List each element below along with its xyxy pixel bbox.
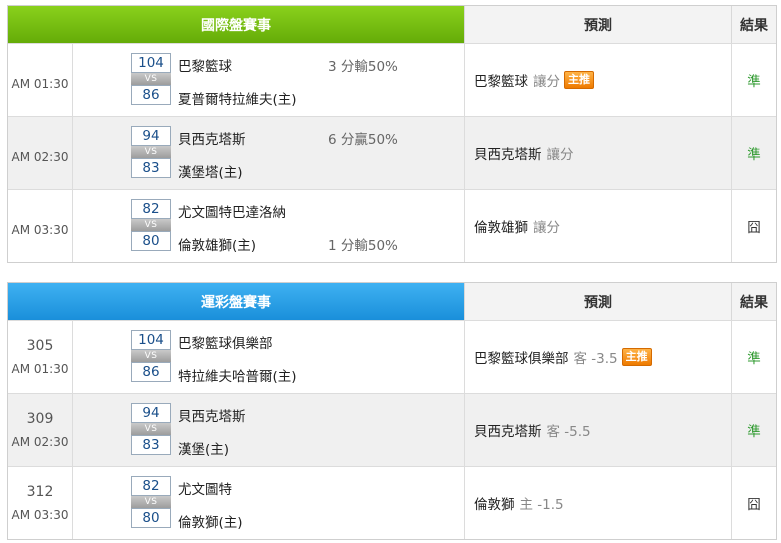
result-cell: 囧: [747, 220, 761, 236]
game-number: 312: [26, 484, 54, 500]
intl-header-predict: 預測: [465, 6, 732, 43]
game-time: AM 02:30: [8, 117, 73, 189]
prediction-cell: 巴黎籃球俱樂部 客 -3.5 主推: [465, 321, 732, 393]
away-team[interactable]: 尤文圖特巴達洛納: [178, 201, 286, 221]
away-team[interactable]: 貝西克塔斯: [178, 405, 246, 425]
away-score: 82: [131, 476, 171, 496]
game-time: AM 03:30: [8, 190, 73, 262]
match-cell: 94 VS 83 貝西克塔斯 漢堡(主): [73, 394, 465, 466]
score-box: 104 VS 86: [131, 53, 171, 105]
prediction-type: 讓分: [533, 74, 560, 90]
prediction-type: 讓分: [546, 147, 574, 163]
prediction-type: 讓分: [533, 220, 560, 236]
lottery-table: 運彩盤賽事 預測 結果 305 AM 01:30 104 VS 86 巴黎籃球俱…: [7, 282, 777, 540]
home-score: 80: [131, 508, 171, 528]
prediction-team[interactable]: 巴黎籃球: [474, 70, 528, 90]
vs-label: VS: [131, 350, 171, 362]
home-team[interactable]: 漢堡(主): [178, 438, 229, 458]
table-row: AM 01:30 104 VS 86 巴黎籃球 夏普爾特拉維夫(主) 3 分輸5…: [8, 43, 776, 116]
away-team[interactable]: 巴黎籃球: [178, 55, 232, 75]
result-cell: 準: [747, 147, 761, 163]
away-score: 94: [131, 126, 171, 146]
lottery-header: 運彩盤賽事 預測 結果: [8, 283, 776, 320]
match-cell: 82 VS 80 尤文圖特 倫敦獅(主): [73, 467, 465, 539]
home-score: 83: [131, 435, 171, 455]
odds-line: 1 分輸50%: [328, 238, 398, 254]
vs-label: VS: [131, 73, 171, 85]
vs-label: VS: [131, 496, 171, 508]
game-time: AM 01:30: [11, 362, 69, 376]
lottery-header-game: 運彩盤賽事: [8, 283, 465, 320]
lottery-header-result: 結果: [732, 283, 776, 320]
lottery-header-predict: 預測: [465, 283, 732, 320]
away-team[interactable]: 巴黎籃球俱樂部: [178, 332, 273, 352]
prediction-team[interactable]: 貝西克塔斯: [474, 420, 542, 440]
home-score: 80: [131, 231, 171, 251]
game-number: 309: [26, 411, 54, 427]
score-box: 82 VS 80: [131, 199, 171, 251]
game-time: AM 01:30: [8, 44, 73, 116]
score-box: 82 VS 80: [131, 476, 171, 528]
table-row: 309 AM 02:30 94 VS 83 貝西克塔斯 漢堡(主) 貝西克塔斯 …: [8, 393, 776, 466]
vs-label: VS: [131, 423, 171, 435]
game-time-cell: 312 AM 03:30: [8, 467, 73, 539]
home-team[interactable]: 漢堡塔(主): [178, 161, 243, 181]
odds-line: 3 分輸50%: [328, 59, 398, 75]
away-score: 104: [131, 330, 171, 350]
home-team[interactable]: 倫敦雄獅(主): [178, 234, 256, 254]
game-time-cell: 305 AM 01:30: [8, 321, 73, 393]
home-score: 86: [131, 85, 171, 105]
prediction-type: 主 -1.5: [519, 497, 564, 513]
game-number: 305: [26, 338, 54, 354]
home-team[interactable]: 特拉維夫哈普爾(主): [178, 365, 297, 385]
prediction-cell: 貝西克塔斯 讓分: [465, 117, 732, 189]
prediction-team[interactable]: 倫敦雄獅: [474, 216, 528, 236]
prediction-cell: 倫敦雄獅 讓分: [465, 190, 732, 262]
main-pick-badge: 主推: [564, 71, 594, 89]
away-score: 94: [131, 403, 171, 423]
home-score: 86: [131, 362, 171, 382]
prediction-team[interactable]: 倫敦獅: [474, 493, 515, 513]
vs-label: VS: [131, 146, 171, 158]
away-score: 104: [131, 53, 171, 73]
prediction-cell: 倫敦獅 主 -1.5: [465, 467, 732, 539]
home-team[interactable]: 夏普爾特拉維夫(主): [178, 88, 297, 108]
table-row: 305 AM 01:30 104 VS 86 巴黎籃球俱樂部 特拉維夫哈普爾(主…: [8, 320, 776, 393]
intl-header: 國際盤賽事 預測 結果: [8, 6, 776, 43]
result-cell: 準: [747, 74, 761, 90]
main-pick-badge: 主推: [621, 348, 652, 366]
game-time-cell: 309 AM 02:30: [8, 394, 73, 466]
match-cell: 94 VS 83 貝西克塔斯 漢堡塔(主) 6 分贏50%: [73, 117, 465, 189]
result-cell: 準: [747, 424, 761, 440]
table-row: AM 02:30 94 VS 83 貝西克塔斯 漢堡塔(主) 6 分贏50% 貝…: [8, 116, 776, 189]
away-team[interactable]: 貝西克塔斯: [178, 128, 246, 148]
odds-line: 6 分贏50%: [328, 132, 398, 148]
table-row: 312 AM 03:30 82 VS 80 尤文圖特 倫敦獅(主) 倫敦獅 主 …: [8, 466, 776, 539]
prediction-team[interactable]: 巴黎籃球俱樂部: [474, 347, 569, 367]
table-row: AM 03:30 82 VS 80 尤文圖特巴達洛納 倫敦雄獅(主) 1 分輸5…: [8, 189, 776, 262]
match-cell: 104 VS 86 巴黎籃球俱樂部 特拉維夫哈普爾(主): [73, 321, 465, 393]
match-cell: 82 VS 80 尤文圖特巴達洛納 倫敦雄獅(主) 1 分輸50%: [73, 190, 465, 262]
score-box: 94 VS 83: [131, 403, 171, 455]
away-score: 82: [131, 199, 171, 219]
intl-header-result: 結果: [732, 6, 776, 43]
match-cell: 104 VS 86 巴黎籃球 夏普爾特拉維夫(主) 3 分輸50%: [73, 44, 465, 116]
intl-header-game: 國際盤賽事: [8, 6, 465, 43]
intl-table: 國際盤賽事 預測 結果 AM 01:30 104 VS 86 巴黎籃球 夏普爾特…: [7, 5, 777, 263]
score-box: 94 VS 83: [131, 126, 171, 178]
home-score: 83: [131, 158, 171, 178]
prediction-cell: 巴黎籃球 讓分 主推: [465, 44, 732, 116]
result-cell: 囧: [747, 497, 761, 513]
game-time: AM 02:30: [11, 435, 69, 449]
prediction-cell: 貝西克塔斯 客 -5.5: [465, 394, 732, 466]
game-time: AM 03:30: [11, 508, 69, 522]
vs-label: VS: [131, 219, 171, 231]
prediction-type: 客 -3.5: [573, 351, 618, 367]
prediction-type: 客 -5.5: [546, 424, 591, 440]
away-team[interactable]: 尤文圖特: [178, 478, 232, 498]
score-box: 104 VS 86: [131, 330, 171, 382]
prediction-team[interactable]: 貝西克塔斯: [474, 143, 542, 163]
home-team[interactable]: 倫敦獅(主): [178, 511, 243, 531]
result-cell: 準: [747, 351, 761, 367]
